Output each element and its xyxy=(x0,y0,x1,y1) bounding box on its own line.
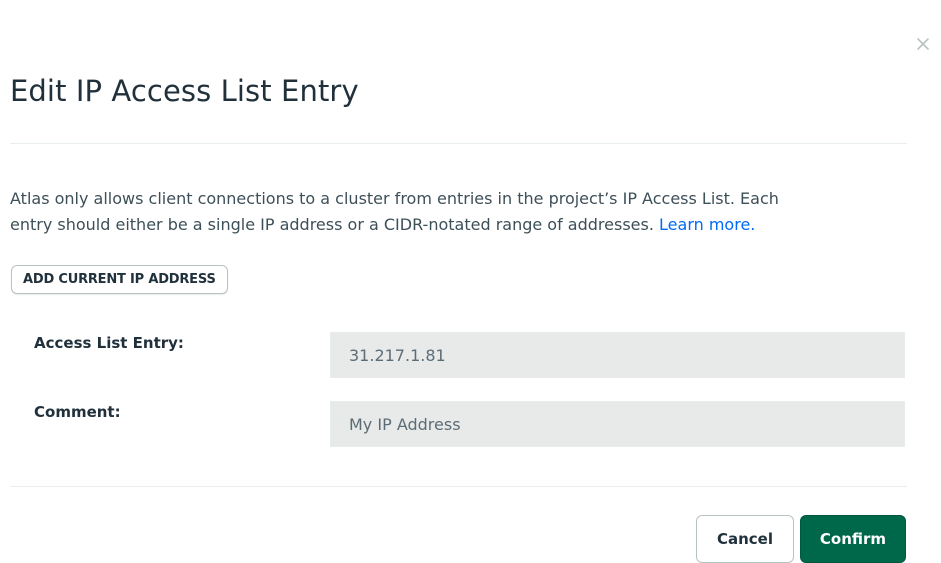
close-icon[interactable] xyxy=(912,33,934,55)
dialog-title: Edit IP Access List Entry xyxy=(10,74,359,108)
cancel-button[interactable]: Cancel xyxy=(696,515,794,563)
learn-more-link[interactable]: Learn more. xyxy=(659,215,755,234)
access-list-entry-input[interactable] xyxy=(330,332,905,378)
description-line-1: Atlas only allows client connections to … xyxy=(10,189,779,208)
comment-input[interactable] xyxy=(330,401,905,447)
description-line-2: entry should either be a single IP addre… xyxy=(10,215,654,234)
comment-label: Comment: xyxy=(34,403,121,421)
header-divider xyxy=(10,143,907,144)
dialog-description: Atlas only allows client connections to … xyxy=(10,186,915,238)
access-list-entry-label: Access List Entry: xyxy=(34,334,184,352)
confirm-button[interactable]: Confirm xyxy=(800,515,906,563)
footer-divider xyxy=(10,486,907,487)
add-current-ip-button[interactable]: ADD CURRENT IP ADDRESS xyxy=(11,265,228,294)
